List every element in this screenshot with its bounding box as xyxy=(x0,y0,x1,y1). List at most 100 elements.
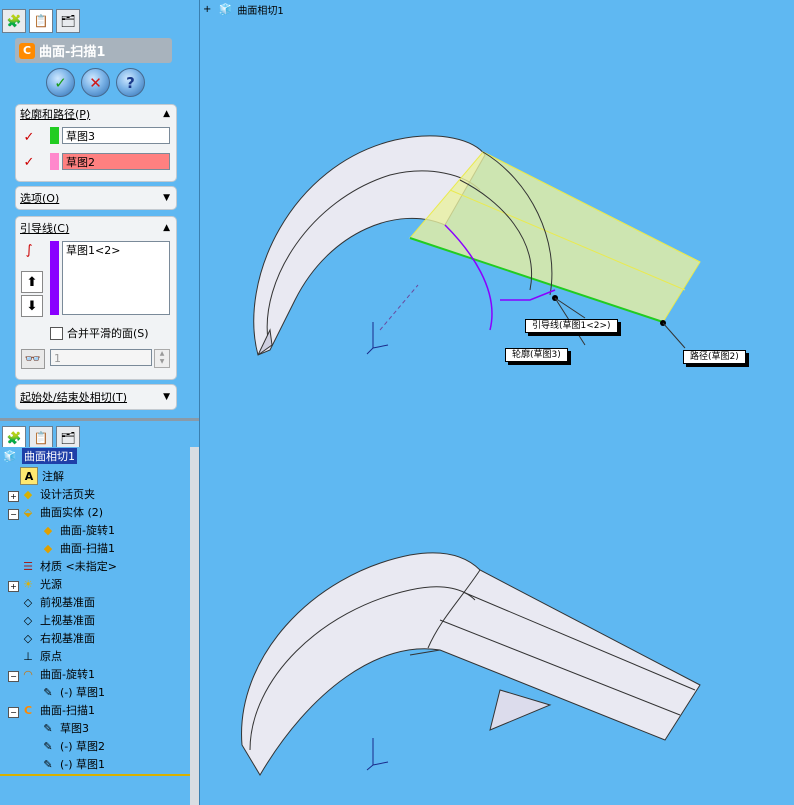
feature-tree-icon: 🧩 xyxy=(6,431,22,445)
property-manager-tabbar: 🧩 📋 🗂 xyxy=(0,6,199,33)
annotation-icon: A xyxy=(20,467,38,485)
tree-item-label: 材质 <未指定> xyxy=(40,560,117,573)
profile-field[interactable]: 草图3 xyxy=(62,127,170,144)
plane-icon: ◇ xyxy=(23,631,33,645)
merge-smooth-label: 合并平滑的面(S) xyxy=(67,327,149,340)
profile-path-header[interactable]: 轮廓和路径(P) ▲ xyxy=(16,105,176,122)
tree-item-sketch[interactable]: ✎ (-) 草图2 xyxy=(40,737,105,755)
sketch-icon: ✎ xyxy=(43,757,53,771)
tree-item-lights[interactable]: ☀ 光源 xyxy=(20,575,62,593)
guide-curve-item[interactable]: 草图1<2> xyxy=(66,242,169,259)
tree-item-sweep-feature[interactable]: C 曲面-扫描1 xyxy=(20,701,95,719)
feature-manager-tab[interactable]: 🧩 xyxy=(2,9,26,33)
tree-item-sketch[interactable]: ✎ (-) 草图1 xyxy=(40,683,105,701)
profile-callout[interactable]: 轮廓(草图3) xyxy=(505,348,568,362)
tree-item-label: 曲面实体 (2) xyxy=(40,506,104,519)
glasses-icon: 👓 xyxy=(24,351,42,367)
tree-item-material[interactable]: ☰ 材质 <未指定> xyxy=(20,557,117,575)
plane-icon: ◇ xyxy=(23,613,33,627)
surface-icon: ◆ xyxy=(43,523,53,537)
close-icon: ✕ xyxy=(89,73,102,92)
options-title: 选项(O) xyxy=(20,192,60,205)
tangency-header[interactable]: 起始处/结束处相切(T) ▼ xyxy=(16,385,176,409)
tree-item-surface-bodies[interactable]: ⬙ 曲面实体 (2) xyxy=(20,503,103,521)
profile-path-title: 轮廓和路径(P) xyxy=(20,107,91,121)
tree-item-sketch[interactable]: ✎ (-) 草图1 xyxy=(40,755,105,773)
tree-item-sketch[interactable]: ✎ 草图3 xyxy=(40,719,89,737)
help-button[interactable]: ? xyxy=(116,68,145,97)
tree-item-label: 设计活页夹 xyxy=(40,488,95,501)
tree-item-label: 草图3 xyxy=(60,722,89,735)
tree-item-label: 上视基准面 xyxy=(40,614,95,627)
tree-scrollbar[interactable] xyxy=(190,447,199,805)
tree-item-origin[interactable]: ⊥ 原点 xyxy=(20,647,62,665)
section-spin-field[interactable]: 1 xyxy=(50,349,152,366)
panel-splitter[interactable] xyxy=(0,418,199,421)
tree-item-design-binder[interactable]: ◆ 设计活页夹 xyxy=(20,485,95,503)
tree-item-right-plane[interactable]: ◇ 右视基准面 xyxy=(20,629,95,647)
section-spinner[interactable]: ▲ ▼ xyxy=(154,349,170,368)
guide-curve-callout[interactable]: 引导线(草图1<2>) xyxy=(525,319,618,333)
guide-curves-header[interactable]: 引导线(C) ▲ xyxy=(16,217,176,239)
path-callout[interactable]: 路径(草图2) xyxy=(683,350,746,364)
check-icon: ✓ xyxy=(54,73,67,92)
expand-arrow-icon: ▼ xyxy=(163,193,170,203)
path-field[interactable]: 草图2 xyxy=(62,153,170,170)
plane-icon: ◇ xyxy=(23,595,33,609)
tree-item-surface-revolve[interactable]: ◆ 曲面-旋转1 xyxy=(40,521,115,539)
merge-smooth-checkbox[interactable] xyxy=(50,326,63,340)
guide-curves-title: 引导线(C) xyxy=(20,222,70,235)
sketch-icon: ✎ xyxy=(43,739,53,753)
property-sheet-icon: 📋 xyxy=(33,431,49,445)
left-panel: 🧩 📋 🗂 C 曲面-扫描1 ✓ ✕ ? 轮廓和路径(P) ▲ ✓ 草图3 ✓ … xyxy=(0,0,200,805)
expand-toggle[interactable]: + xyxy=(8,581,19,592)
guide-curve-color-swatch xyxy=(50,241,59,315)
profile-path-group: 轮廓和路径(P) ▲ ✓ 草图3 ✓ 草图2 xyxy=(15,104,177,182)
tree-item-surface-sweep[interactable]: ◆ 曲面-扫描1 xyxy=(40,539,115,557)
collapse-arrow-icon: ▲ xyxy=(163,108,170,119)
collapse-toggle[interactable]: − xyxy=(8,509,19,520)
guide-curves-group: 引导线(C) ▲ ∫ 草图1<2> ⬆ ⬇ 合并平滑的面(S) 👓 1 ▲ ▼ xyxy=(15,216,177,380)
expand-toggle[interactable]: + xyxy=(8,491,19,502)
tree-item-label: 原点 xyxy=(40,650,62,663)
graphics-viewport[interactable]: + 🧊 曲面相切1 引导线(草图1<2>) 轮廓(草图3) 路径(草图2) xyxy=(200,0,794,805)
tree-item-revolve-feature[interactable]: ◠ 曲面-旋转1 xyxy=(20,665,95,683)
cancel-button[interactable]: ✕ xyxy=(81,68,110,97)
tree-item-front-plane[interactable]: ◇ 前视基准面 xyxy=(20,593,95,611)
move-down-button[interactable]: ⬇ xyxy=(21,295,43,317)
collapse-toggle[interactable]: − xyxy=(8,671,19,682)
tree-item-label: 右视基准面 xyxy=(40,632,95,645)
configuration-manager-tab[interactable]: 🗂 xyxy=(56,9,80,33)
sweep-icon: C xyxy=(23,703,33,717)
model-graphics xyxy=(241,135,701,776)
options-header[interactable]: 选项(O) ▼ xyxy=(16,187,176,209)
feature-title: 曲面-扫描1 xyxy=(39,45,106,60)
surface-bodies-icon: ⬙ xyxy=(23,505,33,519)
guide-curve-selector-icon: ∫ xyxy=(25,242,33,258)
show-sections-button[interactable]: 👓 xyxy=(21,349,45,369)
arrow-up-icon: ⬆ xyxy=(26,274,38,290)
ok-button[interactable]: ✓ xyxy=(46,68,75,97)
guide-curve-list[interactable]: 草图1<2> xyxy=(62,241,170,315)
rollback-bar[interactable] xyxy=(0,774,190,776)
feature-tree: 🧊 曲面相切1 A 注解 + ◆ 设计活页夹 − ⬙ 曲面实体 (2) ◆ 曲面… xyxy=(0,447,190,775)
tree-item-label: (-) 草图1 xyxy=(60,686,106,699)
move-up-button[interactable]: ⬆ xyxy=(21,271,43,293)
tree-item-label: 曲面-旋转1 xyxy=(40,668,95,681)
property-sheet-icon: 📋 xyxy=(33,14,49,28)
tangency-group[interactable]: 起始处/结束处相切(T) ▼ xyxy=(15,384,177,410)
property-manager-title: C 曲面-扫描1 xyxy=(15,38,172,63)
tree-item-top-plane[interactable]: ◇ 上视基准面 xyxy=(20,611,95,629)
options-group[interactable]: 选项(O) ▼ xyxy=(15,186,177,210)
collapse-toggle[interactable]: − xyxy=(8,707,19,718)
tree-item-label: 注解 xyxy=(42,470,64,483)
tree-item-annotations[interactable]: A 注解 xyxy=(20,467,64,485)
profile-selector-icon: ✓ xyxy=(23,129,35,145)
tangency-title: 起始处/结束处相切(T) xyxy=(20,391,128,404)
tree-item-label: 光源 xyxy=(40,578,62,591)
part-icon: 🧊 xyxy=(3,449,17,463)
tree-item-part[interactable]: 🧊 曲面相切1 xyxy=(2,447,77,465)
property-manager-tab[interactable]: 📋 xyxy=(29,9,53,33)
origin-icon: ⊥ xyxy=(23,649,33,663)
expand-arrow-icon: ▼ xyxy=(163,392,170,402)
